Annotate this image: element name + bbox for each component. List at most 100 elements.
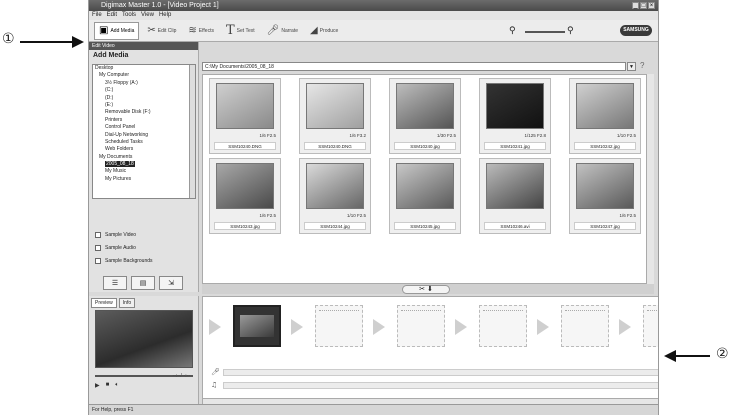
- produce-icon: ◢: [310, 25, 318, 36]
- maximize-button[interactable]: □: [640, 2, 647, 9]
- thumbnail-filename: SSM10240.jpg: [394, 142, 456, 150]
- tab-info[interactable]: Info: [118, 298, 136, 308]
- preview-tabs: Preview Info: [89, 296, 198, 310]
- narration-track[interactable]: [223, 369, 658, 376]
- help-icon[interactable]: ?: [640, 61, 644, 70]
- sample-video-item[interactable]: Sample Video: [95, 232, 136, 238]
- tree-item[interactable]: (E:): [93, 102, 195, 109]
- tree-item[interactable]: (D:): [93, 95, 195, 102]
- zoom-slider[interactable]: [525, 31, 565, 33]
- media-thumbnail[interactable]: 1/6 F3.2 SSM10240.DNG: [299, 78, 371, 154]
- thumbnail-filename: SSM10246.avi: [484, 222, 546, 230]
- media-grid: 1/6 F2.5 SSM10240.DNG 1/6 F3.2 SSM10240.DNG…: [202, 74, 654, 284]
- add-media-button[interactable]: ▣ Add Media: [94, 21, 140, 40]
- storyboard-slot[interactable]: [315, 305, 363, 347]
- thumbnail-exposure: 1/125 F2.8: [524, 133, 546, 138]
- tree-item[interactable]: My Music: [93, 168, 195, 175]
- tree-item[interactable]: Control Panel: [93, 124, 195, 131]
- tree-item[interactable]: My Computer: [93, 72, 195, 79]
- tab-preview[interactable]: Preview: [91, 298, 117, 308]
- transition-slot[interactable]: [291, 319, 303, 335]
- media-thumbnail[interactable]: SSM10245.jpg: [389, 158, 461, 234]
- tree-item[interactable]: Removable Disk (F:): [93, 109, 195, 116]
- import-icon[interactable]: ⇲: [159, 276, 183, 290]
- tree-item[interactable]: My Pictures: [93, 176, 195, 183]
- tree-item[interactable]: Printers: [93, 117, 195, 124]
- chevron-down-icon[interactable]: ▼: [627, 62, 636, 71]
- media-thumbnail[interactable]: 1/6 F2.5 SSM10247.jpg: [569, 158, 641, 234]
- callout-two: ②: [716, 346, 729, 362]
- tree-item-label: (C:): [105, 87, 114, 94]
- status-bar: For Help, press F1: [89, 404, 658, 415]
- thumbnail-exposure: 1/6 F2.5: [619, 213, 636, 218]
- zoom-in-icon[interactable]: ⚲: [567, 26, 574, 36]
- tree-item[interactable]: Scheduled Tasks: [93, 139, 195, 146]
- volume-icon[interactable]: 🔈︎: [115, 382, 119, 389]
- cut-download-button[interactable]: ✂ ⬇: [402, 285, 450, 294]
- thumbnail-image: [216, 163, 274, 209]
- tree-item[interactable]: 2005_08_18: [93, 161, 195, 168]
- storyboard-slot[interactable]: [233, 305, 281, 347]
- panel-buttons: ☰ ▤ ⇲: [103, 276, 183, 290]
- narrate-button[interactable]: 🎤︎ Narrate: [263, 22, 302, 40]
- transition-slot[interactable]: [209, 319, 221, 335]
- media-thumbnail[interactable]: 1/10 F2.5 SSM10244.jpg: [299, 158, 371, 234]
- effects-button[interactable]: ≋ Effects: [184, 22, 218, 40]
- menu-tools[interactable]: Tools: [122, 11, 136, 20]
- tree-item[interactable]: My Documents: [93, 154, 195, 161]
- thumbnail-image: [396, 163, 454, 209]
- menu-edit[interactable]: Edit: [107, 11, 117, 20]
- storyboard-slot[interactable]: [397, 305, 445, 347]
- tree-scrollbar[interactable]: [189, 65, 195, 198]
- tree-item-label: Removable Disk (F:): [105, 109, 151, 116]
- thumbnail-filename: SSM10245.jpg: [394, 222, 456, 230]
- stop-icon[interactable]: ■: [106, 382, 110, 389]
- close-button[interactable]: ×: [648, 2, 655, 9]
- music-track[interactable]: [223, 382, 658, 389]
- storyboard-slot[interactable]: [561, 305, 609, 347]
- details-icon[interactable]: ▤: [131, 276, 155, 290]
- sample-backgrounds-item[interactable]: Sample Backgrounds: [95, 258, 153, 264]
- minimize-button[interactable]: _: [632, 2, 639, 9]
- transition-slot[interactable]: [619, 319, 631, 335]
- list-view-icon[interactable]: ☰: [103, 276, 127, 290]
- tree-item[interactable]: Desktop: [93, 65, 195, 72]
- tree-item-label: (D:): [105, 94, 114, 101]
- media-thumbnail[interactable]: 1/30 F2.5 SSM10240.jpg: [389, 78, 461, 154]
- tree-item[interactable]: (C:): [93, 87, 195, 94]
- film-icon: ▣: [99, 25, 109, 36]
- menu-view[interactable]: View: [141, 11, 154, 20]
- folder-tree[interactable]: Desktop My Computer 3½ Floppy (A:) (C:) (D:)…: [92, 64, 196, 199]
- timecode: --:--/--:--: [172, 373, 191, 379]
- thumbnail-exposure: 1/10 F2.5: [616, 133, 636, 138]
- path-input[interactable]: C:\My Documents\2005_08_18: [202, 62, 626, 71]
- tree-item-label: My Pictures: [105, 175, 132, 182]
- produce-button[interactable]: ◢ Produce: [306, 22, 342, 40]
- tree-item[interactable]: Dial-Up Networking: [93, 132, 195, 139]
- media-thumbnail[interactable]: 1/125 F2.8 SSM10241.jpg: [479, 78, 551, 154]
- grid-scrollbar[interactable]: [646, 74, 654, 284]
- transition-slot[interactable]: [373, 319, 385, 335]
- effects-icon: ≋: [188, 25, 197, 36]
- film-strip: [565, 310, 605, 314]
- menu-file[interactable]: File: [92, 11, 102, 20]
- media-thumbnail[interactable]: 1/10 F2.5 SSM10242.jpg: [569, 78, 641, 154]
- tree-item-label: My Documents: [99, 153, 133, 160]
- zoom-out-icon[interactable]: ⚲: [509, 26, 516, 36]
- tree-item[interactable]: Web Folders: [93, 146, 195, 153]
- storyboard-slot[interactable]: [479, 305, 527, 347]
- media-thumbnail[interactable]: 1/6 F2.5 SSM10240.DNG: [209, 78, 281, 154]
- title-bar: Digimax Master 1.0 - [Video Project 1] _…: [89, 0, 658, 11]
- media-thumbnail[interactable]: 1/6 F2.5 SSM10243.jpg: [209, 158, 281, 234]
- folder-icon: [95, 258, 101, 264]
- set-text-button[interactable]: T Set Text: [222, 22, 259, 40]
- media-thumbnail[interactable]: SSM10246.avi: [479, 158, 551, 234]
- transition-slot[interactable]: [455, 319, 467, 335]
- storyboard-slot[interactable]: [643, 305, 658, 347]
- sample-audio-item[interactable]: Sample Audio: [95, 245, 136, 251]
- transition-slot[interactable]: [537, 319, 549, 335]
- menu-help[interactable]: Help: [159, 11, 171, 20]
- play-icon[interactable]: ▶: [95, 382, 100, 389]
- edit-clip-button[interactable]: ✂ Edit Clip: [143, 22, 180, 40]
- tree-item[interactable]: 3½ Floppy (A:): [93, 80, 195, 87]
